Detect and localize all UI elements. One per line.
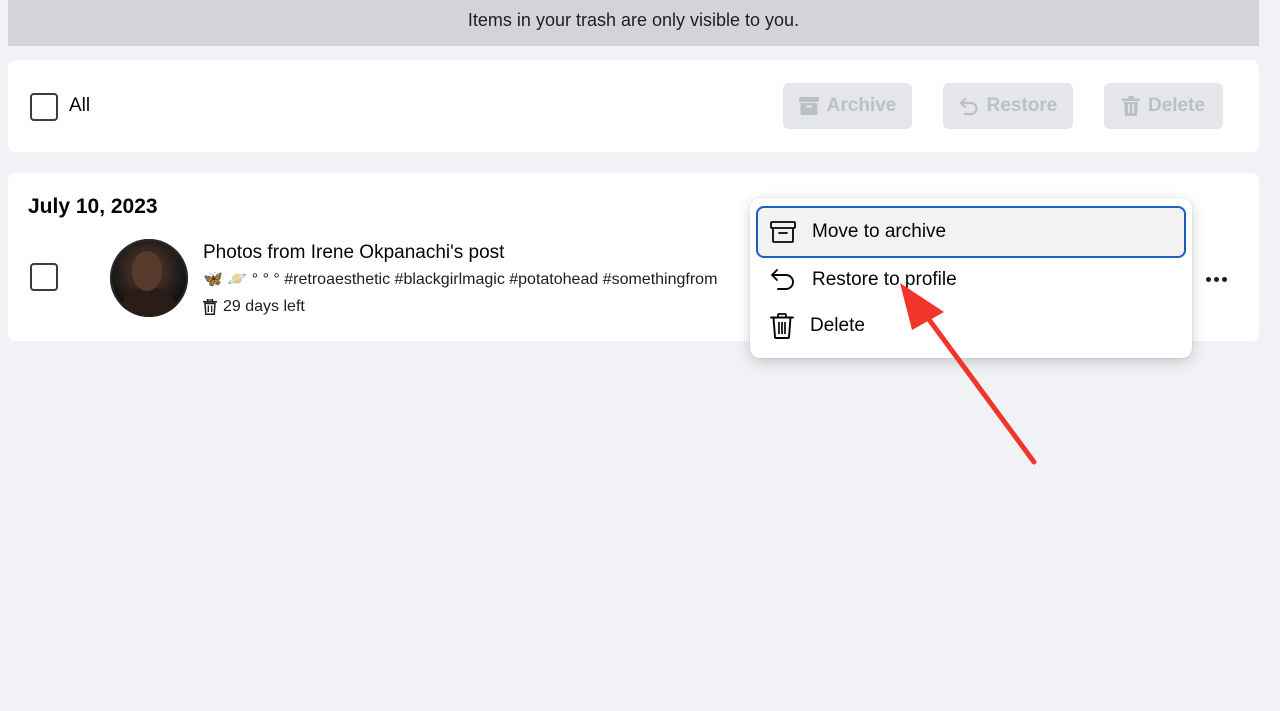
archive-button-label: Archive (826, 95, 897, 116)
ellipsis-icon (1205, 276, 1211, 282)
trash-icon (1121, 96, 1140, 116)
post-thumbnail[interactable] (110, 239, 188, 317)
item-select-checkbox[interactable] (30, 263, 58, 291)
undo-arrow-icon (771, 269, 794, 290)
days-left-text: 29 days left (223, 298, 305, 315)
item-caption: 🦋 🪐 ° ° ° #retroaesthetic #blackgirlmagi… (203, 271, 718, 288)
archive-box-icon (770, 221, 796, 243)
undo-arrow-icon (959, 97, 978, 116)
item-title[interactable]: Photos from Irene Okpanachi's post (203, 242, 504, 264)
restore-button[interactable]: Restore (943, 83, 1073, 129)
menu-item-label: Restore to profile (812, 269, 957, 290)
delete-button[interactable]: Delete (1104, 83, 1223, 129)
menu-item-move-to-archive[interactable]: Move to archive (756, 206, 1186, 258)
more-options-button[interactable] (1198, 265, 1234, 293)
archive-button[interactable]: Archive (783, 83, 912, 129)
archive-box-icon (798, 97, 819, 115)
item-context-menu: Move to archive Restore to profile Delet… (750, 198, 1192, 358)
menu-item-label: Move to archive (812, 221, 947, 242)
restore-button-label: Restore (986, 95, 1058, 116)
menu-item-delete[interactable]: Delete (756, 300, 1186, 352)
delete-button-label: Delete (1147, 95, 1206, 116)
select-all-checkbox[interactable] (30, 93, 58, 121)
trash-icon (770, 313, 794, 339)
menu-item-label: Delete (810, 315, 865, 336)
group-date-heading: July 10, 2023 (28, 195, 158, 218)
select-all-label: All (69, 95, 91, 116)
trash-notice-text: Items in your trash are only visible to … (467, 9, 800, 30)
menu-item-restore-to-profile[interactable]: Restore to profile (756, 254, 1186, 306)
bulk-action-toolbar: All Archive Restore Delete (8, 60, 1259, 152)
trash-icon (203, 299, 217, 315)
trash-notice-bar: Items in your trash are only visible to … (8, 0, 1259, 46)
item-expiry: 29 days left (203, 298, 305, 316)
